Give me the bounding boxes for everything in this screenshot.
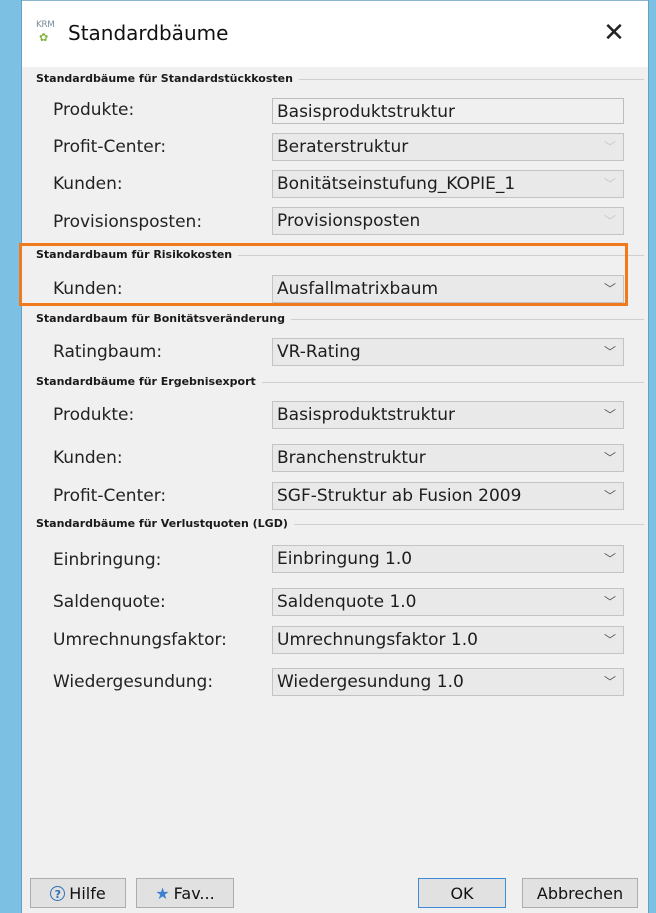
umrechnungsfaktor-select[interactable]: Umrechnungsfaktor 1.0 ﹀: [272, 626, 624, 654]
chevron-down-icon: ﹀: [603, 177, 616, 191]
star-icon: ★: [155, 883, 170, 903]
chevron-down-icon: ﹀: [603, 408, 616, 422]
help-icon: ?: [50, 885, 66, 901]
label-umrechnungsfaktor: Umrechnungsfaktor:: [53, 630, 227, 650]
chevron-down-icon: ﹀: [603, 282, 616, 296]
section-header-risikokosten: Standardbaum für Risikokosten: [36, 248, 644, 261]
section-header-verlustquoten: Standardbäume für Verlustquoten (LGD): [36, 517, 644, 530]
label-provisionsposten: Provisionsposten:: [53, 212, 203, 232]
label-produkte-export: Produkte:: [53, 405, 135, 425]
chevron-down-icon: ﹀: [603, 675, 616, 689]
saldenquote-select[interactable]: Saldenquote 1.0 ﹀: [272, 588, 624, 616]
ok-button[interactable]: OK: [418, 878, 506, 908]
standardbaeume-dialog: KRM ✿ Standardbäume ✕ Standardbäume für …: [19, 0, 649, 913]
label-kunden-risiko: Kunden:: [53, 279, 123, 299]
kunden-select[interactable]: Bonitätseinstufung_KOPIE_1 ﹀: [272, 170, 624, 198]
export-produkte-select[interactable]: Basisproduktstruktur ﹀: [272, 401, 624, 429]
chevron-down-icon: ﹀: [603, 345, 616, 359]
label-kunden-export: Kunden:: [53, 448, 123, 468]
label-produkte: Produkte:: [53, 100, 135, 120]
label-kunden: Kunden:: [53, 174, 123, 194]
chevron-down-icon: ﹀: [603, 214, 616, 228]
krm-icon-text: KRM: [36, 20, 55, 30]
chevron-down-icon: ﹀: [603, 140, 616, 154]
window-title: Standardbäume: [68, 21, 229, 45]
section-header-standardstueckkosten: Standardbäume für Standardstückkosten: [36, 72, 644, 85]
produkte-field[interactable]: Basisproduktstruktur: [272, 98, 624, 124]
chevron-down-icon: ﹀: [603, 633, 616, 647]
label-saldenquote: Saldenquote:: [53, 592, 166, 612]
chevron-down-icon: ﹀: [603, 595, 616, 609]
cancel-button[interactable]: Abbrechen: [522, 878, 638, 908]
chevron-down-icon: ﹀: [603, 552, 616, 566]
section-header-bonitaetsveraenderung: Standardbaum für Bonitätsveränderung: [36, 312, 644, 325]
export-kunden-select[interactable]: Branchenstruktur ﹀: [272, 444, 624, 472]
label-wiedergesundung: Wiedergesundung:: [53, 672, 214, 692]
chevron-down-icon: ﹀: [603, 489, 616, 503]
section-header-ergebnisexport: Standardbäume für Ergebnisexport: [36, 375, 644, 388]
krm-app-icon: KRM ✿: [36, 20, 55, 44]
einbringung-select[interactable]: Einbringung 1.0 ﹀: [272, 545, 624, 573]
wiedergesundung-select[interactable]: Wiedergesundung 1.0 ﹀: [272, 668, 624, 696]
favorites-button[interactable]: ★ Fav...: [136, 878, 234, 908]
label-profit-center-export: Profit-Center:: [53, 486, 167, 506]
label-einbringung: Einbringung:: [53, 550, 162, 570]
close-icon[interactable]: ✕: [594, 13, 634, 53]
ratingbaum-select[interactable]: VR-Rating ﹀: [272, 338, 624, 366]
risiko-kunden-select[interactable]: Ausfallmatrixbaum ﹀: [272, 275, 624, 303]
label-profit-center: Profit-Center:: [53, 137, 167, 157]
chevron-down-icon: ﹀: [603, 451, 616, 465]
profit-center-select[interactable]: Beraterstruktur ﹀: [272, 133, 624, 161]
provisionsposten-select[interactable]: Provisionsposten ﹀: [272, 207, 624, 235]
help-button[interactable]: ? Hilfe: [30, 878, 126, 908]
export-profit-center-select[interactable]: SGF-Struktur ab Fusion 2009 ﹀: [272, 482, 624, 510]
label-ratingbaum: Ratingbaum:: [53, 342, 163, 362]
title-bar: KRM ✿ Standardbäume ✕: [22, 0, 648, 67]
